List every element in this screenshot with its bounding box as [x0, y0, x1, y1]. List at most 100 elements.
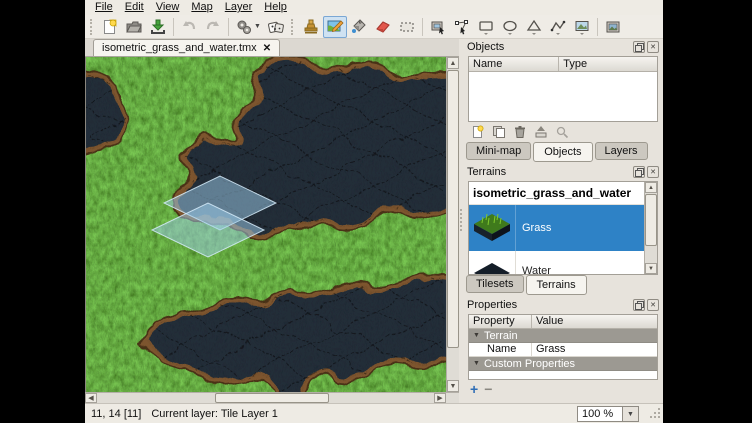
dropdown-caret-icon: ▼ [254, 23, 261, 30]
menu-layer[interactable]: Layer [219, 0, 259, 15]
rectangular-select-icon [398, 18, 416, 36]
zoom-value[interactable]: 100 % [577, 406, 622, 422]
tab-layers[interactable]: Layers [595, 142, 648, 160]
terrain-item-grass[interactable]: Grass [469, 205, 644, 251]
execute-command-button[interactable]: ▼ [232, 16, 264, 38]
dock-splitter[interactable] [459, 39, 463, 403]
add-object-button[interactable] [469, 124, 487, 140]
remove-object-button[interactable] [511, 124, 529, 140]
edit-polygons-button[interactable] [450, 16, 474, 38]
toolbar-separator [597, 18, 598, 36]
resize-grip[interactable] [650, 407, 661, 421]
scroll-down-icon[interactable]: ▼ [447, 380, 459, 392]
menu-map[interactable]: Map [185, 0, 218, 15]
redo-button[interactable] [201, 16, 225, 38]
insert-image-button[interactable] [601, 16, 625, 38]
terrains-title: Terrains [467, 166, 631, 178]
undo-button[interactable] [177, 16, 201, 38]
scroll-down-icon[interactable]: ▼ [645, 263, 657, 274]
property-row-name[interactable]: Name Grass [469, 343, 657, 357]
tab-tilesets[interactable]: Tilesets [466, 275, 524, 293]
float-icon[interactable] [633, 41, 645, 53]
property-group-custom-properties[interactable]: ▼ Custom Properties [469, 357, 657, 371]
remove-object-icon [513, 125, 527, 139]
tileset-group-header[interactable]: isometric_grass_and_water [469, 182, 644, 205]
undo-icon [180, 18, 198, 36]
close-icon[interactable]: ✕ [647, 166, 659, 178]
bucket-fill-button[interactable] [347, 16, 371, 38]
menu-bar: File Edit View Map Layer Help [85, 0, 663, 15]
horizontal-scroll-thumb[interactable] [215, 393, 329, 403]
cursor-position: 11, 14 [11] [91, 408, 141, 420]
close-icon[interactable]: ✕ [647, 299, 659, 311]
save-icon [149, 18, 167, 36]
random-mode-icon [267, 18, 285, 36]
terrain-brush-icon [326, 18, 344, 36]
toolbar-drag-handle[interactable] [291, 19, 296, 35]
tab-close-icon[interactable]: ✕ [263, 43, 271, 54]
document-tab-bar: isometric_grass_and_water.tmx ✕ [85, 39, 459, 57]
eraser-button[interactable] [371, 16, 395, 38]
vertical-scroll-thumb[interactable] [447, 70, 459, 348]
property-key: Name [469, 343, 532, 356]
tab-objects[interactable]: Objects [533, 142, 592, 162]
menu-view[interactable]: View [150, 0, 186, 15]
insert-ellipse-button[interactable] [498, 16, 522, 38]
toolbar-drag-handle[interactable] [90, 19, 95, 35]
objects-table: Name Type [468, 56, 658, 122]
insert-rectangle-button[interactable] [474, 16, 498, 38]
dock-tabbar-bottom-2: Tilesets Terrains [463, 275, 663, 297]
scroll-up-icon[interactable]: ▲ [447, 57, 459, 69]
float-icon[interactable] [633, 299, 645, 311]
stamp-brush-button[interactable] [299, 16, 323, 38]
terrain-brush-button[interactable] [323, 16, 347, 38]
objects-column-name: Name [469, 57, 559, 71]
zoom-combobox[interactable]: 100 % ▼ [577, 406, 639, 422]
status-bar: 11, 14 [11] Current layer: Tile Layer 1 … [85, 403, 663, 423]
menu-help[interactable]: Help [258, 0, 293, 15]
insert-tile-button[interactable] [570, 16, 594, 38]
scroll-up-icon[interactable]: ▲ [645, 182, 657, 193]
duplicate-object-button[interactable] [490, 124, 508, 140]
menu-edit[interactable]: Edit [119, 0, 150, 15]
terrain-item-water[interactable]: Water [469, 251, 644, 274]
insert-tile-icon [573, 18, 591, 36]
insert-polygon-button[interactable] [522, 16, 546, 38]
map-canvas[interactable] [85, 57, 446, 392]
open-file-icon [125, 18, 143, 36]
scroll-left-icon[interactable]: ◀ [85, 393, 97, 403]
insert-polyline-button[interactable] [546, 16, 570, 38]
menu-file[interactable]: File [89, 0, 119, 15]
properties-toolbar: + − [463, 380, 663, 398]
new-map-icon [101, 18, 119, 36]
chevron-down-icon: ▼ [473, 332, 480, 339]
map-vertical-scrollbar[interactable]: ▲ ▼ [446, 57, 459, 392]
document-tab[interactable]: isometric_grass_and_water.tmx ✕ [93, 39, 280, 56]
new-map-button[interactable] [98, 16, 122, 38]
terrains-scrollbar[interactable]: ▲ ▼ [644, 182, 657, 274]
close-icon[interactable]: ✕ [647, 41, 659, 53]
property-group-terrain[interactable]: ▼ Terrain [469, 329, 657, 343]
screen: File Edit View Map Layer Help ▼ [0, 0, 752, 423]
remove-property-button[interactable]: − [484, 383, 492, 395]
map-horizontal-scrollbar[interactable]: ◀ ▶ [85, 392, 459, 403]
terrains-scroll-thumb[interactable] [645, 194, 657, 246]
select-objects-button[interactable] [426, 16, 450, 38]
goto-object-button[interactable] [553, 124, 571, 140]
add-property-button[interactable]: + [470, 383, 478, 395]
tab-mini-map[interactable]: Mini-map [466, 142, 531, 160]
tab-terrains[interactable]: Terrains [526, 275, 587, 295]
add-object-icon [471, 125, 485, 139]
random-mode-button[interactable] [264, 16, 288, 38]
properties-column-property: Property [469, 315, 532, 328]
rectangular-select-button[interactable] [395, 16, 419, 38]
save-button[interactable] [146, 16, 170, 38]
scroll-right-icon[interactable]: ▶ [434, 393, 446, 403]
terrains-list: isometric_grass_and_water Grass [468, 181, 658, 275]
objects-dock-title: Objects ✕ [463, 39, 663, 55]
current-layer-status: Current layer: Tile Layer 1 [151, 408, 278, 420]
raise-object-button[interactable] [532, 124, 550, 140]
zoom-dropdown-button[interactable]: ▼ [622, 406, 639, 422]
float-icon[interactable] [633, 166, 645, 178]
open-file-button[interactable] [122, 16, 146, 38]
